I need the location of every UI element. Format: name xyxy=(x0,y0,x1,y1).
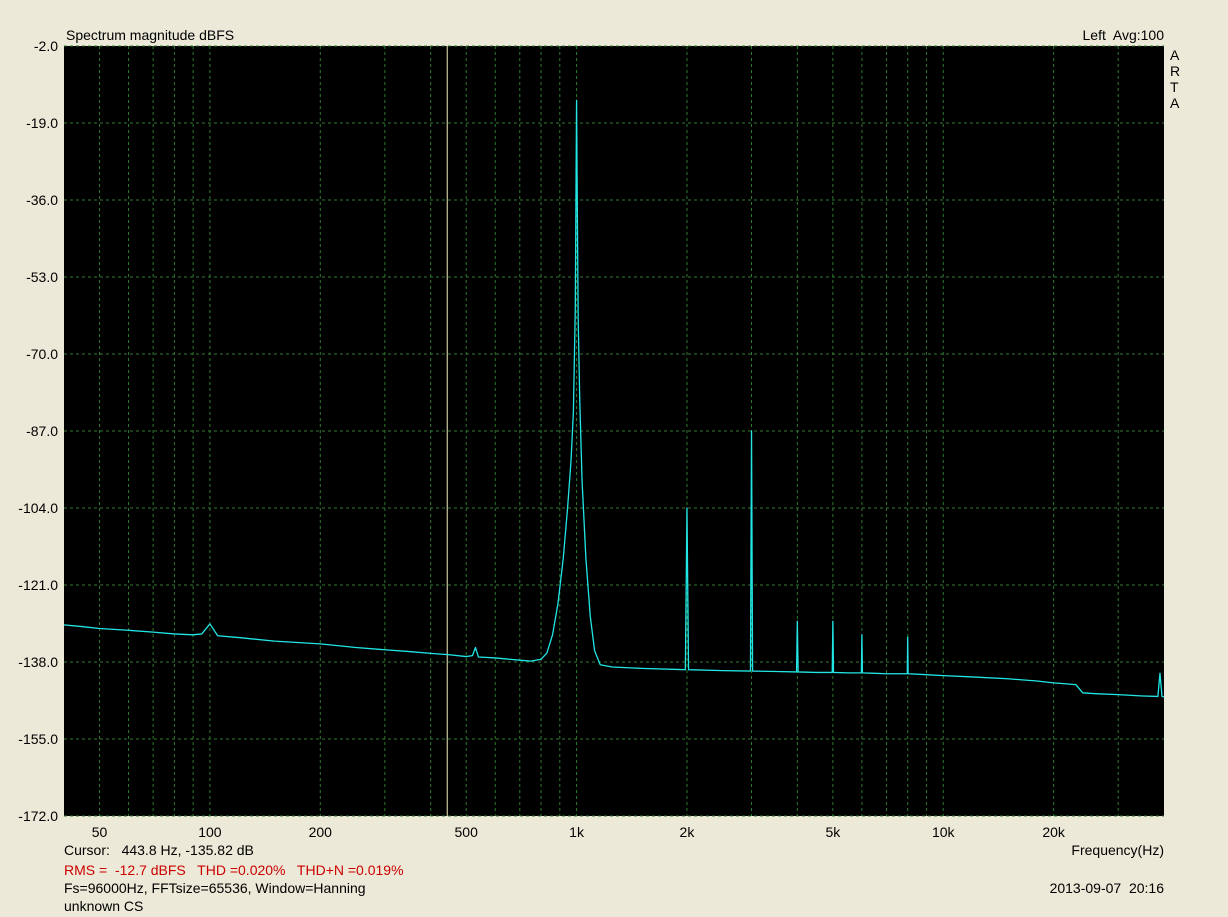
chart-title: Spectrum magnitude dBFS xyxy=(66,27,235,43)
y-tick-label: -155.0 xyxy=(18,731,58,747)
spectrum-chart[interactable]: -2.0 -19.0 -36.0 -53.0 -70.0 -87.0 -104.0 -121.… xyxy=(0,0,1228,917)
x-tick-label: 100 xyxy=(198,824,222,840)
brand-letter-a2: A xyxy=(1170,95,1180,111)
x-tick-label: 5k xyxy=(825,824,841,840)
x-tick-label: 2k xyxy=(680,824,696,840)
x-tick-label: 1k xyxy=(569,824,585,840)
fft-settings: Fs=96000Hz, FFTsize=65536, Window=Hannin… xyxy=(64,880,366,896)
x-tick-label: 500 xyxy=(455,824,479,840)
x-tick-labels: 50 100 200 500 1k 2k 5k 10k 20k xyxy=(92,824,1066,840)
y-tick-label: -121.0 xyxy=(18,577,58,593)
y-tick-label: -104.0 xyxy=(18,500,58,516)
y-tick-label: -36.0 xyxy=(26,192,58,208)
y-tick-label: -172.0 xyxy=(18,808,58,824)
y-tick-label: -53.0 xyxy=(26,269,58,285)
channel-info: Left Avg:100 xyxy=(1082,27,1164,43)
y-tick-label: -2.0 xyxy=(34,38,58,54)
brand-letter-a1: A xyxy=(1170,47,1180,63)
cursor-readout: Cursor: 443.8 Hz, -135.82 dB xyxy=(64,842,254,858)
x-axis-label: Frequency(Hz) xyxy=(1071,842,1164,858)
x-tick-label: 10k xyxy=(932,824,956,840)
y-tick-label: -87.0 xyxy=(26,423,58,439)
y-tick-label: -70.0 xyxy=(26,346,58,362)
rms-thd-stats: RMS = -12.7 dBFS THD =0.020% THD+N =0.01… xyxy=(64,862,404,878)
x-tick-label: 50 xyxy=(92,824,108,840)
x-tick-label: 20k xyxy=(1042,824,1066,840)
device-name: unknown CS xyxy=(64,898,144,914)
y-tick-labels: -2.0 -19.0 -36.0 -53.0 -70.0 -87.0 -104.0 -121.… xyxy=(18,38,58,824)
y-tick-label: -19.0 xyxy=(26,115,58,131)
brand-letter-t: T xyxy=(1170,79,1179,95)
timestamp: 2013-09-07 20:16 xyxy=(1049,880,1164,896)
y-tick-label: -138.0 xyxy=(18,654,58,670)
brand-letter-r: R xyxy=(1170,63,1181,79)
x-tick-label: 200 xyxy=(309,824,333,840)
